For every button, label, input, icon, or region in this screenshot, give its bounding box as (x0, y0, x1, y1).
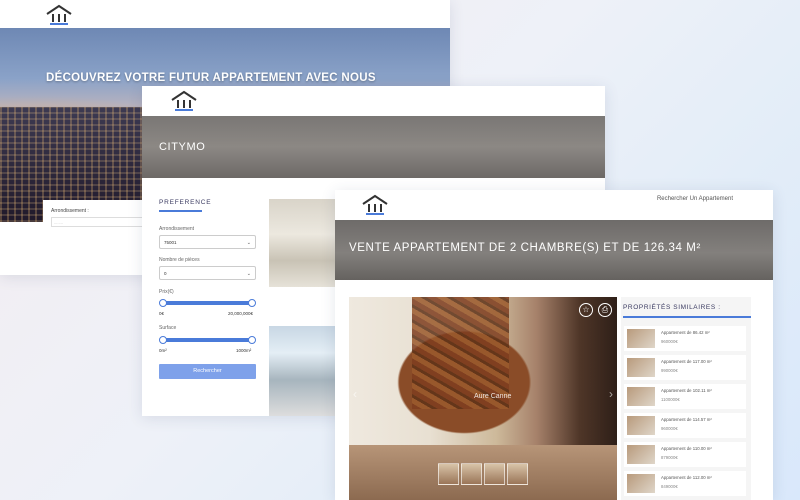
prix-min-handle[interactable] (159, 299, 167, 307)
photo-thumbnail[interactable] (507, 463, 528, 485)
property-thumbnail (627, 387, 655, 406)
chevron-left-icon[interactable]: ‹ (353, 387, 357, 401)
listing-title: VENTE APPARTEMENT DE 2 CHAMBRE(S) ET DE … (349, 242, 701, 254)
home-navbar (0, 0, 450, 28)
home-search-box: Arrondissement : ........ (43, 200, 153, 258)
arrondissement-label: Arrondissement : (51, 208, 89, 214)
surface-max-handle[interactable] (248, 336, 256, 344)
chevron-down-icon: ⌄ (246, 271, 251, 277)
property-title: Appartement de 117.00 m² (661, 359, 712, 364)
property-thumbnail (627, 416, 655, 435)
search-apartment-link[interactable]: Rechercher Un Appartement (657, 196, 733, 202)
photo-thumbnail[interactable] (461, 463, 482, 485)
property-thumbnail (627, 445, 655, 464)
prix-max-handle[interactable] (248, 299, 256, 307)
similar-property-item[interactable]: Appartement de 86.42 m² 960000€ (624, 326, 746, 351)
title-underline (159, 210, 202, 212)
chevron-down-icon: ⌄ (246, 240, 251, 246)
property-price: 990000€ (661, 368, 678, 373)
photo-thumbnail[interactable] (438, 463, 459, 485)
property-thumbnail (627, 329, 655, 348)
property-thumbnail (627, 358, 655, 377)
search-navbar (142, 86, 605, 116)
preference-sidebar (142, 178, 267, 416)
prix-min-value: 0€ (159, 311, 165, 316)
similar-property-item[interactable]: Appartement de 112.00 m² 849000€ (624, 471, 746, 496)
detail-navbar: Rechercher Un Appartement (335, 190, 773, 220)
search-button[interactable]: Rechercher (159, 364, 256, 379)
citymo-logo-icon[interactable] (360, 194, 390, 216)
pieces-value: 0 (164, 271, 167, 276)
citymo-logo-icon[interactable] (44, 4, 74, 26)
property-price: 960000€ (661, 339, 678, 344)
similar-property-item[interactable]: Appartement de 110.00 m² 879000€ (624, 442, 746, 467)
surface-max-value: 1000m² (236, 348, 252, 353)
pieces-label: Nombre de pièces (159, 257, 200, 263)
property-title: Appartement de 110.00 m² (661, 446, 712, 451)
surface-min-handle[interactable] (159, 336, 167, 344)
listing-image[interactable] (269, 326, 337, 416)
property-price: 849000€ (661, 484, 678, 489)
similar-property-item[interactable]: Appartement de 117.00 m² 990000€ (624, 355, 746, 380)
similar-property-item[interactable]: Appartement de 114.57 m² 960000€ (624, 413, 746, 438)
pieces-select[interactable]: 0 ⌄ (159, 266, 256, 280)
print-icon[interactable]: ⎙ (598, 303, 612, 317)
title-underline (623, 316, 751, 318)
photo-caption: Aure Canne (474, 393, 512, 400)
property-title: Appartement de 112.00 m² (661, 475, 712, 480)
prix-max-value: 20,000,000€ (228, 311, 254, 316)
prix-slider[interactable] (159, 299, 256, 307)
preference-title: PREFERENCE (159, 199, 212, 206)
property-price: 960000€ (661, 426, 678, 431)
property-title: Appartement de 102.11 m² (661, 388, 712, 393)
apartment-photo[interactable]: ☆ ⎙ ‹ › Aure Canne (349, 297, 617, 500)
similar-property-item[interactable]: Appartement de 102.11 m² 1100000€ (624, 384, 746, 409)
arrondissement-select[interactable]: 75001 ⌄ (159, 235, 256, 249)
property-title: Appartement de 114.57 m² (661, 417, 712, 422)
prix-label: Prix(€) (159, 289, 174, 295)
listing-image[interactable] (269, 199, 337, 287)
property-price: 1100000€ (661, 397, 680, 402)
star-icon[interactable]: ☆ (579, 303, 593, 317)
property-thumbnail (627, 474, 655, 493)
photo-thumbnail-strip (438, 463, 528, 485)
property-price: 879000€ (661, 455, 678, 460)
banner-title: CITYMO (159, 141, 206, 153)
arrondissement-input[interactable]: ........ (51, 217, 151, 227)
detail-window: Rechercher Un Appartement VENTE APPARTEM… (335, 190, 773, 500)
arrondissement-value: 75001 (164, 240, 177, 245)
chevron-right-icon[interactable]: › (609, 387, 613, 401)
arrondissement-label: Arrondissement (159, 226, 195, 232)
search-banner (142, 116, 605, 178)
hero-title: DÉCOUVREZ VOTRE FUTUR APPARTEMENT AVEC N… (46, 72, 376, 84)
citymo-logo-icon[interactable] (169, 90, 199, 112)
photo-thumbnail[interactable] (484, 463, 505, 485)
property-title: Appartement de 86.42 m² (661, 330, 710, 335)
surface-min-value: 0m² (159, 348, 167, 353)
surface-label: Surface (159, 325, 177, 331)
surface-slider[interactable] (159, 336, 256, 344)
similar-title: PROPRIÉTÉS SIMILAIRES : (623, 304, 721, 311)
